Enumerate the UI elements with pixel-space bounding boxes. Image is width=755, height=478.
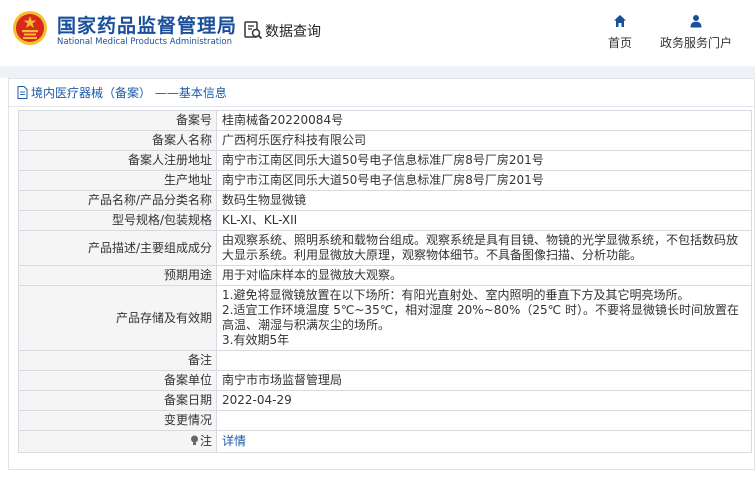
table-row: 备案人注册地址 南宁市江南区同乐大道50号电子信息标准厂房8号厂房201号 bbox=[18, 150, 752, 171]
table-row: 备案单位 南宁市市场监督管理局 bbox=[18, 370, 752, 391]
table-row: 备案号 桂南械备20220084号 bbox=[18, 110, 752, 131]
row-label: 备案号 bbox=[18, 110, 217, 131]
table-row: 产品存储及有效期 1.避免将显微镜放置在以下场所：有阳光直射处、室内照明的垂直下… bbox=[18, 285, 752, 351]
table-row: 生产地址 南宁市江南区同乐大道50号电子信息标准厂房8号厂房201号 bbox=[18, 170, 752, 191]
nav-home-label[interactable]: 首页 bbox=[604, 34, 636, 51]
row-value: 南宁市市场监督管理局 bbox=[216, 370, 752, 391]
row-value bbox=[216, 350, 752, 371]
data-query-label[interactable]: 数据查询 bbox=[265, 21, 321, 41]
table-row: 备案日期 2022-04-29 bbox=[18, 390, 752, 411]
storage-line-3: 3.有效期5年 bbox=[222, 333, 290, 347]
row-value: 2022-04-29 bbox=[216, 390, 752, 411]
document-icon bbox=[17, 86, 28, 99]
table-row: 型号规格/包装规格 KL-XI、KL-XII bbox=[18, 210, 752, 231]
table-row: 备案人名称 广西柯乐医疗科技有限公司 bbox=[18, 130, 752, 151]
lightbulb-icon bbox=[190, 435, 198, 445]
site-title-en[interactable]: National Medical Products Administration bbox=[57, 37, 232, 47]
note-label: 注 bbox=[199, 434, 212, 448]
row-label: 生产地址 bbox=[18, 170, 217, 191]
row-value: 详情 bbox=[216, 430, 752, 453]
row-label: 产品描述/主要组成成分 bbox=[18, 230, 217, 266]
row-label: 产品名称/产品分类名称 bbox=[18, 190, 217, 211]
panel-header: 境内医疗器械（备案） ——基本信息 bbox=[9, 79, 754, 107]
panel-title: 境内医疗器械（备案） ——基本信息 bbox=[31, 86, 227, 100]
national-emblem-icon[interactable] bbox=[12, 10, 48, 46]
home-icon bbox=[614, 15, 626, 27]
table-row: 产品名称/产品分类名称 数码生物显微镜 bbox=[18, 190, 752, 211]
note-label-cell: 注 bbox=[18, 430, 217, 453]
row-value: KL-XI、KL-XII bbox=[216, 210, 752, 231]
row-value: 桂南械备20220084号 bbox=[216, 110, 752, 131]
row-label: 型号规格/包装规格 bbox=[18, 210, 217, 231]
row-label: 备注 bbox=[18, 350, 217, 371]
row-value: 南宁市江南区同乐大道50号电子信息标准厂房8号厂房201号 bbox=[216, 150, 752, 171]
site-title[interactable]: 国家药品监督管理局 bbox=[57, 11, 237, 38]
row-value bbox=[216, 410, 752, 431]
table-row: 备注 bbox=[18, 350, 752, 371]
row-value: 用于对临床样本的显微放大观察。 bbox=[216, 265, 752, 286]
details-link[interactable]: 详情 bbox=[222, 434, 246, 448]
row-label: 备案人注册地址 bbox=[18, 150, 217, 171]
row-label: 备案人名称 bbox=[18, 130, 217, 151]
row-label: 预期用途 bbox=[18, 265, 217, 286]
row-label: 变更情况 bbox=[18, 410, 217, 431]
nav-home[interactable]: 首页 bbox=[604, 14, 636, 51]
record-info-table: 备案号 桂南械备20220084号 备案人名称 广西柯乐医疗科技有限公司 备案人… bbox=[18, 110, 752, 453]
storage-line-1: 1.避免将显微镜放置在以下场所：有阳光直射处、室内照明的垂直下方及其它明亮场所。 bbox=[222, 288, 690, 302]
row-value: 广西柯乐医疗科技有限公司 bbox=[216, 130, 752, 151]
search-document-icon bbox=[244, 21, 263, 40]
row-value: 数码生物显微镜 bbox=[216, 190, 752, 211]
table-row: 变更情况 bbox=[18, 410, 752, 431]
row-label: 备案日期 bbox=[18, 390, 217, 411]
row-value: 1.避免将显微镜放置在以下场所：有阳光直射处、室内照明的垂直下方及其它明亮场所。… bbox=[216, 285, 752, 351]
table-row: 产品描述/主要组成成分 由观察系统、照明系统和载物台组成。观察系统是具有目镜、物… bbox=[18, 230, 752, 266]
detail-panel: 境内医疗器械（备案） ——基本信息 备案号 桂南械备20220084号 备案人名… bbox=[8, 78, 755, 470]
table-row: 预期用途 用于对临床样本的显微放大观察。 bbox=[18, 265, 752, 286]
user-icon bbox=[690, 15, 702, 28]
nav-portal-label[interactable]: 政务服务门户 bbox=[656, 34, 736, 51]
row-label: 产品存储及有效期 bbox=[18, 285, 217, 351]
header-divider-band bbox=[0, 66, 755, 78]
storage-line-2: 2.适宜工作环境温度 5℃~35℃，相对湿度 20%~80%（25℃ 时）。不要… bbox=[222, 303, 739, 332]
row-label: 备案单位 bbox=[18, 370, 217, 391]
site-header: 国家药品监督管理局 National Medical Products Admi… bbox=[0, 0, 755, 66]
table-row: 注 详情 bbox=[18, 430, 752, 453]
row-value: 由观察系统、照明系统和载物台组成。观察系统是具有目镜、物镜的光学显微系统，不包括… bbox=[216, 230, 752, 266]
row-value: 南宁市江南区同乐大道50号电子信息标准厂房8号厂房201号 bbox=[216, 170, 752, 191]
nav-service-portal[interactable]: 政务服务门户 bbox=[656, 14, 736, 51]
